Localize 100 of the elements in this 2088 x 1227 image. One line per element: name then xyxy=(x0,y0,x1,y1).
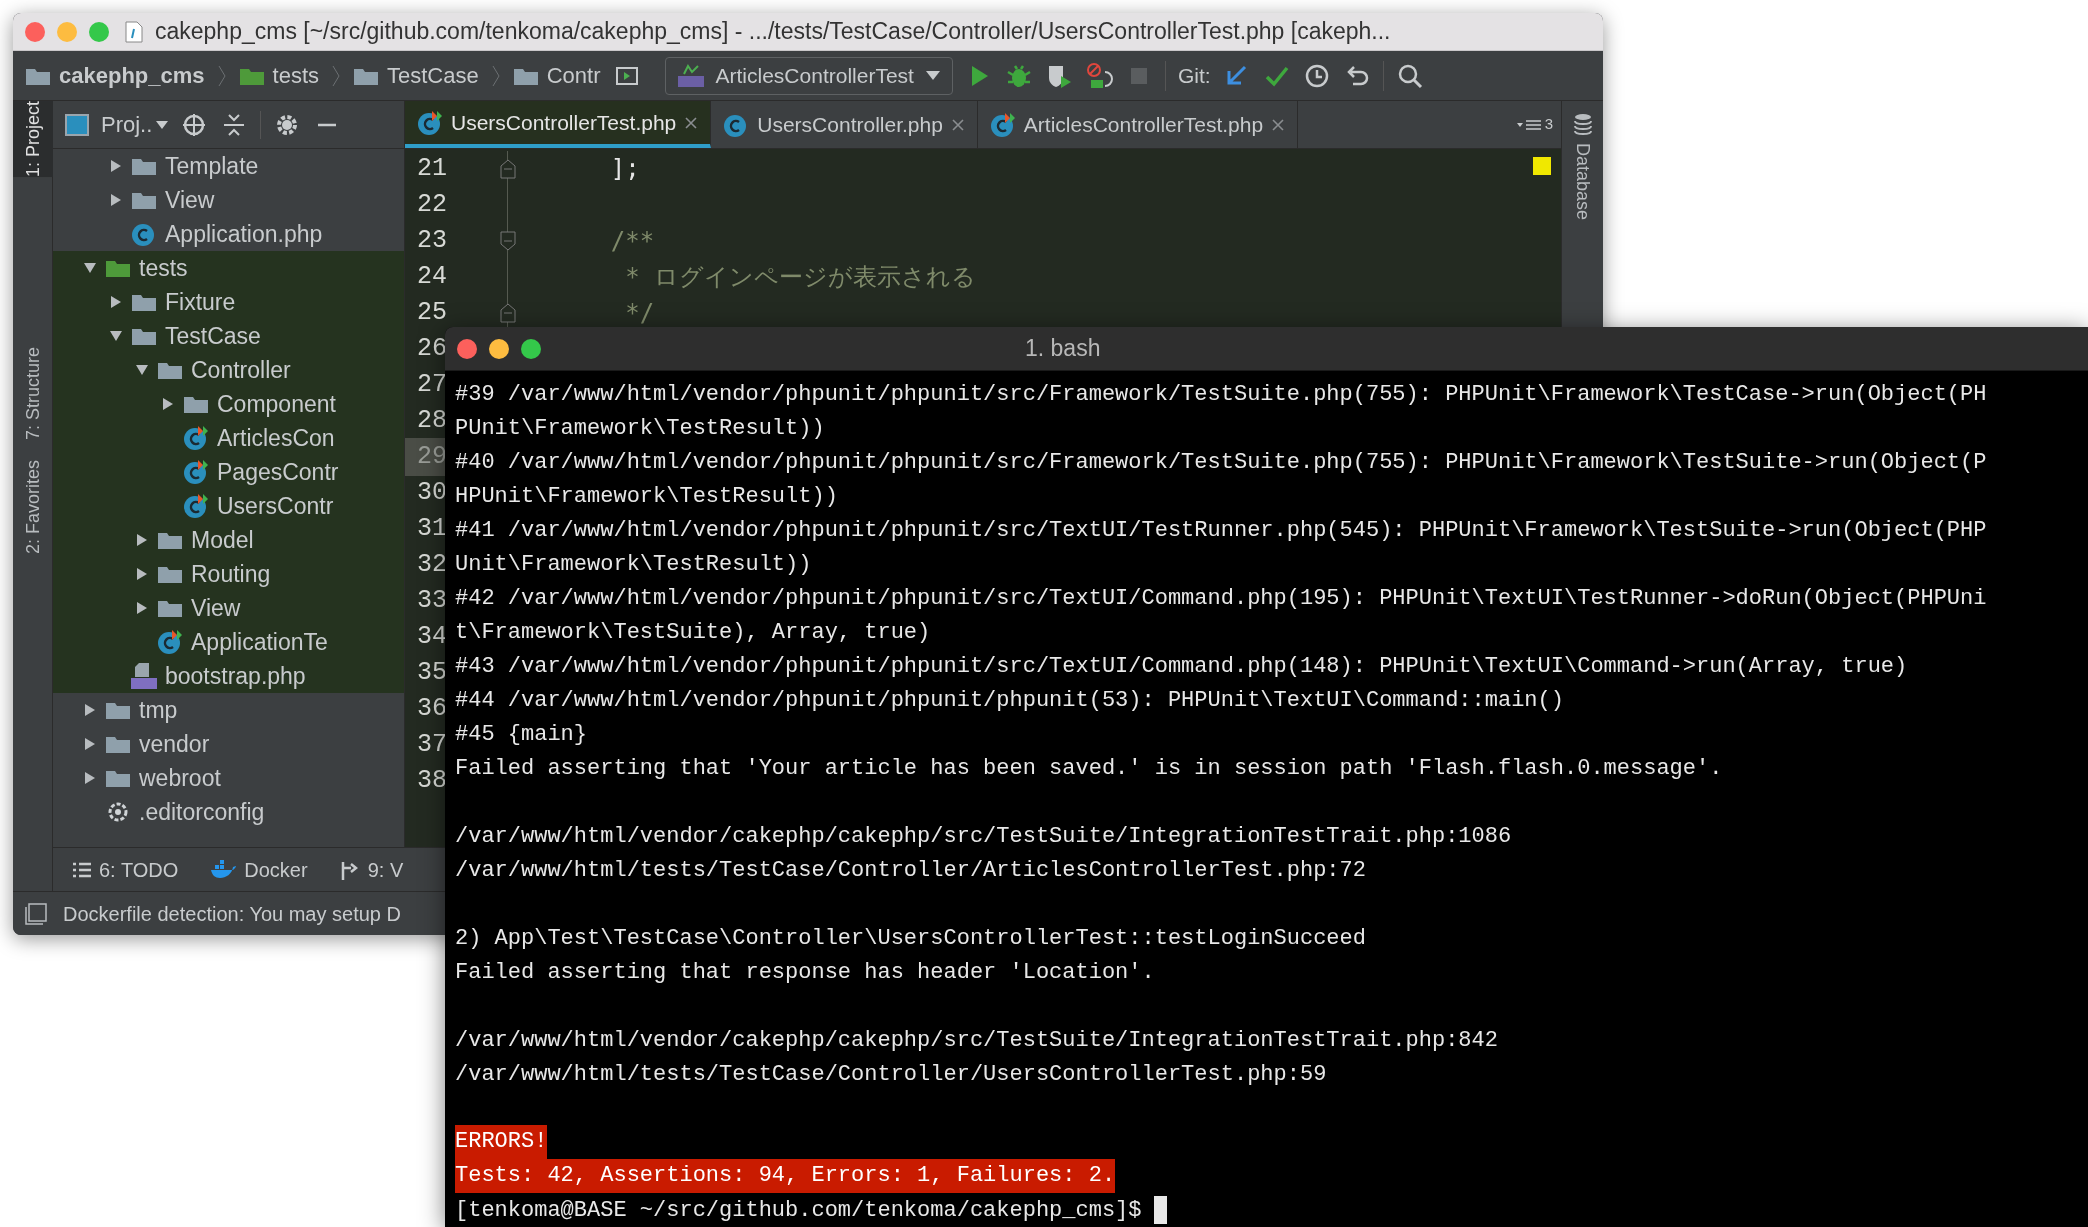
tree-item[interactable]: webroot xyxy=(139,760,221,796)
collapsed-arrow-icon[interactable] xyxy=(83,737,97,751)
terminal-line: Failed asserting that 'Your article has been saved.' is in session path 'Flash.flash.0.message'. xyxy=(455,754,1723,783)
side-tab[interactable]: 1: Project xyxy=(13,101,53,178)
breadcrumb[interactable]: Contr xyxy=(546,59,601,92)
line-number: 21 xyxy=(416,153,448,186)
terminal-line: 2) App\Test\TestCase\Controller\UsersControllerTest::testLoginSucceed xyxy=(455,924,1366,953)
terminal-line: /var/www/html/vendor/cakephp/cakephp/src/TestSuite/IntegrationTestTrait.php:842 xyxy=(455,1026,1498,1055)
collapsed-arrow-icon[interactable] xyxy=(135,533,149,547)
close-icon[interactable] xyxy=(950,117,965,132)
terminal-line: #39 /var/www/html/vendor/phpunit/phpunit/src/Framework/TestSuite.php(755): PHPUnit\Framework\TestCase->run(Object(PH xyxy=(455,380,1987,409)
terminal-line: /var/www/html/tests/TestCase/Controller/ArticlesControllerTest.php:72 xyxy=(455,856,1366,885)
fold-start-icon[interactable] xyxy=(500,231,516,251)
expanded-arrow-icon[interactable] xyxy=(83,261,97,275)
tree-item[interactable]: Model xyxy=(191,522,254,558)
fold-end-icon[interactable] xyxy=(500,303,516,323)
editor-tab[interactable]: UsersControllerTest.php xyxy=(405,101,712,148)
tool-window-button[interactable]: 9: V xyxy=(339,854,404,885)
collapsed-arrow-icon[interactable] xyxy=(109,295,123,309)
folder-icon xyxy=(157,598,183,618)
tree-item[interactable]: tmp xyxy=(139,692,178,728)
document-icon xyxy=(125,20,143,43)
cursor xyxy=(1153,1196,1167,1224)
tool-window-button[interactable]: Docker xyxy=(210,854,308,885)
code-comment: * ログインページが表示される xyxy=(624,262,977,293)
close-icon[interactable] xyxy=(684,115,699,130)
collapsed-arrow-icon[interactable] xyxy=(83,771,97,785)
chevron-icon xyxy=(216,63,227,88)
code-comment: /** xyxy=(609,226,655,257)
expanded-arrow-icon[interactable] xyxy=(109,329,123,343)
expanded-arrow-icon[interactable] xyxy=(135,363,149,377)
caret-icon xyxy=(156,119,169,130)
breadcrumb[interactable]: tests xyxy=(272,59,319,92)
collapsed-arrow-icon[interactable] xyxy=(161,397,175,411)
terminal-title: 1. bash xyxy=(1025,334,1101,364)
side-tab[interactable]: Database xyxy=(1569,143,1596,221)
side-tab[interactable]: 2: Favorites xyxy=(13,460,53,555)
collapsed-arrow-icon[interactable] xyxy=(109,159,123,173)
test-class-icon xyxy=(157,629,183,655)
rerun-failed-icon[interactable] xyxy=(1084,61,1113,90)
panel-icon xyxy=(65,113,89,136)
branch-icon xyxy=(339,859,360,880)
tool-window-button[interactable]: 6: TODO xyxy=(73,854,179,885)
folder-icon xyxy=(131,292,157,312)
tree-item[interactable]: .editorconfig xyxy=(139,794,265,830)
line-number: 26 xyxy=(416,333,448,366)
tree-item[interactable]: Template xyxy=(165,148,259,184)
chevron-icon xyxy=(490,63,501,88)
list-icon xyxy=(73,861,91,878)
minimize-button[interactable] xyxy=(489,338,509,359)
tree-item[interactable]: vendor xyxy=(139,726,210,762)
caret-icon xyxy=(925,70,940,81)
terminal-line: #44 /var/www/html/vendor/phpunit/phpunit/phpunit(53): PHPUnit\TextUI\Command::main() xyxy=(455,686,1564,715)
terminal-line: /var/www/html/vendor/cakephp/cakephp/src/TestSuite/IntegrationTestTrait.php:1086 xyxy=(455,822,1512,851)
tree-item[interactable]: tests xyxy=(139,250,188,286)
line-number: 25 xyxy=(416,297,448,330)
collapsed-arrow-icon[interactable] xyxy=(135,601,149,615)
test-class-icon xyxy=(183,493,209,519)
terminal-line: Unit\Framework\TestResult)) xyxy=(455,550,812,579)
status-message: Dockerfile detection: You may setup D xyxy=(63,901,401,927)
side-tab[interactable]: 7: Structure xyxy=(13,347,53,441)
code-line: ]; xyxy=(609,154,640,185)
collapsed-arrow-icon[interactable] xyxy=(135,567,149,581)
tree-item[interactable]: Application.php xyxy=(165,216,323,252)
folder-icon xyxy=(105,700,131,720)
chevron-icon xyxy=(331,63,341,88)
terminal-line: /var/www/html/tests/TestCase/Controller/UsersControllerTest.php:59 xyxy=(455,1060,1327,1089)
fold-end-icon[interactable] xyxy=(500,159,516,179)
terminal-line: #43 /var/www/html/vendor/phpunit/phpunit/src/TextUI/Command.php(148): PHPUnit\TextUI\Command->run(Array, true) xyxy=(455,652,1908,681)
terminal-line: #41 /var/www/html/vendor/phpunit/phpunit/src/TextUI/TestRunner.php(545): PHPUnit\Framework\TestSuite->run(Object(PHP xyxy=(455,516,1987,545)
collapsed-arrow-icon[interactable] xyxy=(109,193,123,207)
view-dropdown[interactable]: Proj.. xyxy=(101,108,169,141)
close-icon[interactable] xyxy=(1271,117,1286,132)
tree-item[interactable]: View xyxy=(191,590,241,626)
zoom-button[interactable] xyxy=(521,338,541,359)
window-title: cakephp_cms [~/src/github.com/tenkoma/cakephp_cms] - .../tests/TestCase/Controller/UsersControllerTest.php [cakeph... xyxy=(155,17,1391,47)
terminal-line: t\Framework\TestSuite), Array, true) xyxy=(455,618,931,647)
folder-icon xyxy=(157,564,183,584)
list-icon xyxy=(1516,118,1541,131)
test-class-icon xyxy=(183,425,209,451)
folder-icon xyxy=(157,530,183,550)
warning-marker xyxy=(1533,157,1551,175)
breadcrumb[interactable]: TestCase xyxy=(387,59,479,92)
test-class-icon xyxy=(989,111,1016,138)
close-button[interactable] xyxy=(457,338,477,359)
line-number: 23 xyxy=(416,225,448,258)
terminal-line: HPUnit\Framework\TestResult)) xyxy=(455,482,838,511)
class-icon xyxy=(131,221,157,247)
run-config-dropdown[interactable]: ArticlesControllerTest xyxy=(664,56,953,95)
folder-icon xyxy=(105,258,131,278)
test-class-icon xyxy=(417,109,443,136)
line-number: 34 xyxy=(416,621,448,654)
line-number: 22 xyxy=(416,189,448,222)
database-icon xyxy=(1572,113,1593,135)
tree-item[interactable]: View xyxy=(165,182,215,218)
test-class-icon xyxy=(183,459,209,485)
folder-icon xyxy=(131,190,157,210)
breadcrumb[interactable]: cakephp_cms xyxy=(59,59,205,92)
tab-list-button[interactable]: 3 xyxy=(1508,101,1561,148)
collapsed-arrow-icon[interactable] xyxy=(83,703,97,717)
